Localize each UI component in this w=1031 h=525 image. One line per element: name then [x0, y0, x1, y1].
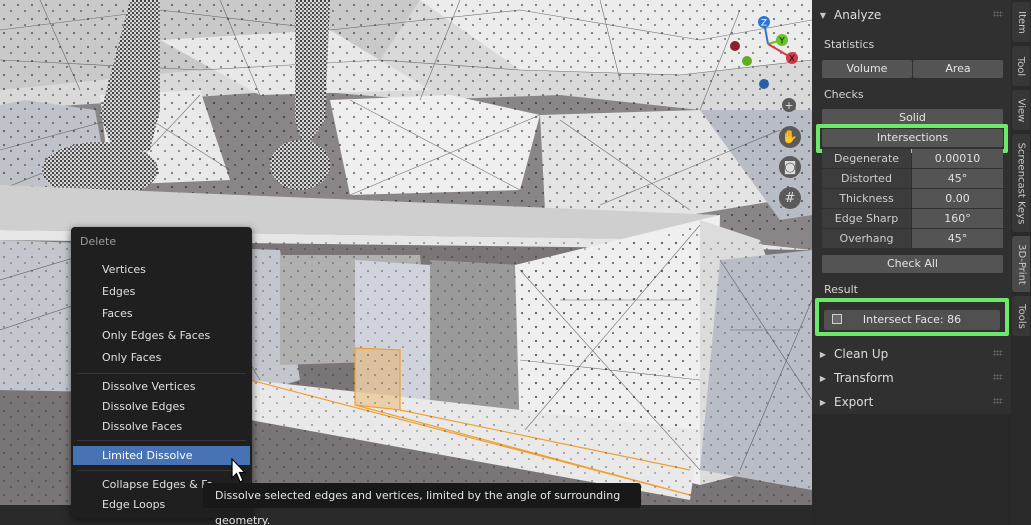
check-name: Overhang: [822, 229, 911, 248]
sidebar-panel: ▼ Analyze Statistics Volume Area Checks …: [812, 0, 1011, 414]
transform-title: Transform: [834, 371, 894, 385]
expand-triangle-icon: ▶: [819, 373, 827, 383]
export-title: Export: [834, 395, 874, 409]
y-label: Y: [778, 37, 785, 47]
tab-screencast-keys[interactable]: Screencast Keys: [1012, 134, 1030, 232]
drag-grip-icon[interactable]: [993, 398, 1003, 404]
tab-tools[interactable]: Tools: [1012, 296, 1030, 336]
menu-separator: [77, 373, 246, 374]
checks-label: Checks: [824, 88, 864, 101]
check-value-field[interactable]: 160°: [912, 209, 1003, 228]
zoom-icon[interactable]: +: [782, 98, 796, 112]
result-highlight: [815, 298, 1009, 336]
menu-item-dissolve-faces[interactable]: Dissolve Faces: [73, 417, 250, 436]
menu-item-only-faces[interactable]: Only Faces: [73, 348, 250, 367]
navigation-gizmo[interactable]: Z Y X: [724, 10, 806, 92]
analyze-header[interactable]: ▼ Analyze: [812, 3, 1011, 27]
check-value-field[interactable]: 45°: [912, 229, 1003, 248]
menu-separator: [77, 470, 246, 471]
tooltip: Dissolve selected edges and vertices, li…: [203, 483, 641, 525]
transform-header[interactable]: ▶ Transform: [812, 366, 1011, 390]
check-all-button[interactable]: Check All: [822, 255, 1003, 273]
menu-separator: [77, 440, 246, 441]
statistics-label: Statistics: [824, 38, 875, 51]
camera-icon[interactable]: ◙: [779, 156, 801, 178]
expand-triangle-icon: ▶: [819, 397, 827, 407]
check-name: Thickness: [822, 189, 911, 208]
check-value-field[interactable]: 45°: [912, 169, 1003, 188]
result-label: Result: [824, 283, 858, 296]
menu-item-edges[interactable]: Edges: [73, 282, 250, 301]
check-value-field[interactable]: 0.00010: [912, 149, 1003, 168]
menu-item-faces[interactable]: Faces: [73, 304, 250, 323]
sidebar-tabs: Item Tool View Screencast Keys 3D-Print …: [1011, 0, 1031, 525]
volume-button[interactable]: Volume: [822, 60, 912, 78]
drag-grip-icon[interactable]: [993, 350, 1003, 356]
check-row-overhang: Overhang 45°: [822, 229, 1003, 248]
cleanup-title: Clean Up: [834, 347, 889, 361]
check-row-edge-sharp: Edge Sharp 160°: [822, 209, 1003, 228]
expand-triangle-icon: ▶: [819, 349, 827, 359]
menu-item-vertices[interactable]: Vertices: [73, 260, 250, 279]
drag-grip-icon[interactable]: [993, 374, 1003, 380]
area-button[interactable]: Area: [913, 60, 1003, 78]
check-name: Edge Sharp: [822, 209, 911, 228]
check-row-distorted: Distorted 45°: [822, 169, 1003, 188]
cleanup-header[interactable]: ▶ Clean Up: [812, 342, 1011, 366]
grid-view-icon[interactable]: #: [779, 187, 801, 209]
check-name: Distorted: [822, 169, 911, 188]
3d-viewport[interactable]: Z Y X + ✋ ◙ # Delete Vertices Edges Face…: [0, 0, 812, 525]
export-header[interactable]: ▶ Export: [812, 390, 1011, 414]
tab-view[interactable]: View: [1012, 90, 1030, 130]
menu-item-dissolve-edges[interactable]: Dissolve Edges: [73, 397, 250, 416]
check-value-field[interactable]: 0.00: [912, 189, 1003, 208]
menu-item-limited-dissolve[interactable]: Limited Dissolve: [73, 446, 250, 465]
check-row-degenerate: Degenerate 0.00010: [822, 149, 1003, 168]
delete-menu: Delete Vertices Edges Faces Only Edges &…: [71, 227, 252, 518]
mouse-cursor-icon: [231, 458, 247, 483]
tab-tool[interactable]: Tool: [1012, 46, 1030, 86]
tab-item[interactable]: Item: [1012, 2, 1030, 42]
x-label: X: [789, 55, 795, 65]
hand-pan-icon[interactable]: ✋: [779, 126, 801, 148]
tab-3d-print[interactable]: 3D-Print: [1012, 236, 1030, 292]
sidebar-empty-area: [812, 414, 1011, 525]
check-row-thickness: Thickness 0.00: [822, 189, 1003, 208]
z-label: Z: [761, 19, 767, 29]
drag-grip-icon[interactable]: [993, 11, 1003, 17]
check-name: Degenerate: [822, 149, 911, 168]
menu-item-dissolve-vertices[interactable]: Dissolve Vertices: [73, 377, 250, 396]
collapse-triangle-icon: ▼: [819, 10, 827, 20]
menu-title: Delete: [80, 235, 117, 248]
analyze-title: Analyze: [834, 8, 882, 22]
menu-item-only-edges-faces[interactable]: Only Edges & Faces: [73, 326, 250, 345]
